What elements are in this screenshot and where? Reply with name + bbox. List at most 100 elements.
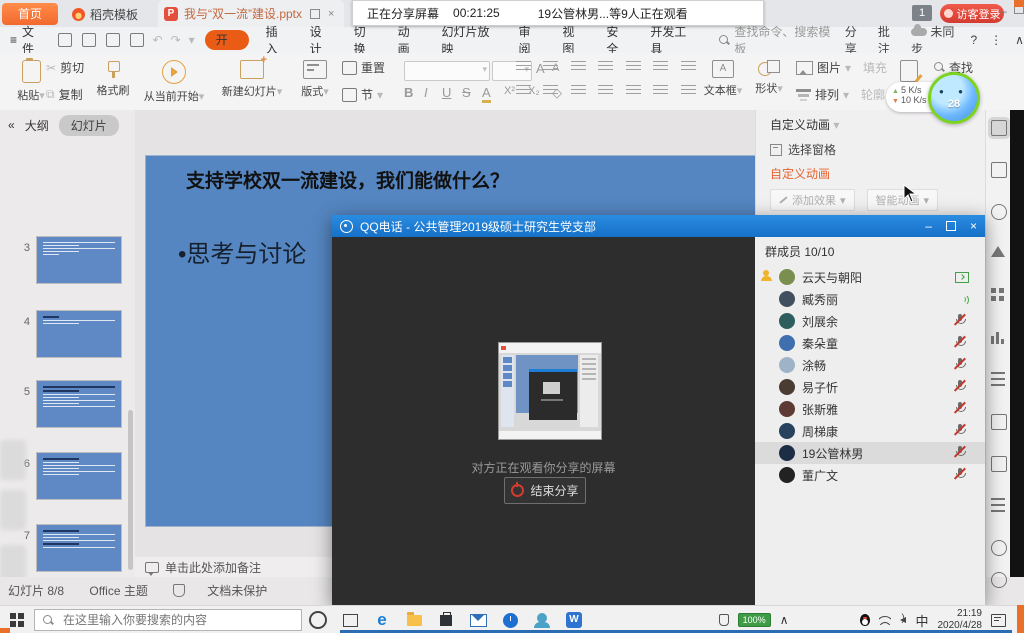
audio-tool-icon[interactable] (991, 540, 1007, 556)
align-bottom-icon[interactable] (681, 85, 696, 97)
layout-button[interactable]: 版式▾ (292, 57, 338, 105)
columns-icon[interactable] (681, 61, 696, 73)
ime-indicator[interactable]: 中 (915, 611, 928, 630)
print-icon[interactable] (106, 33, 120, 47)
bullet-list-icon[interactable] (516, 61, 531, 73)
reset-button[interactable]: 重置 (342, 59, 385, 76)
member-row[interactable]: 秦朵童 (755, 332, 985, 354)
qq-close-icon[interactable]: × (970, 219, 977, 233)
increase-indent-icon[interactable] (598, 61, 613, 73)
align-top-icon[interactable] (653, 85, 668, 97)
tab-design[interactable]: 设计 (299, 23, 343, 57)
sync-status[interactable]: 未同步 (911, 23, 957, 57)
toolbar-options-icon[interactable]: ▾ (189, 33, 195, 47)
slide-thumbnail-7[interactable] (36, 524, 122, 572)
picture-button[interactable]: 图片 (817, 59, 841, 76)
color-scheme-icon[interactable] (991, 246, 1005, 257)
member-row[interactable]: 刘展余 (755, 310, 985, 332)
member-row[interactable]: 易子忻 (755, 376, 985, 398)
line-spacing-icon[interactable] (626, 61, 641, 73)
guest-login-button[interactable]: 访客登录 (940, 4, 1004, 23)
tab-animation[interactable]: 动画 (387, 23, 431, 57)
settings-sliders-icon[interactable] (991, 372, 1005, 386)
start-button[interactable] (10, 613, 24, 627)
cut-button[interactable]: ✂剪切 (46, 59, 84, 76)
help-icon[interactable]: ? (970, 33, 977, 47)
fill-button[interactable]: 填充 (863, 59, 887, 76)
member-row[interactable]: 张斯雅 (755, 398, 985, 420)
save-icon[interactable] (58, 33, 72, 47)
align-left-icon[interactable] (516, 85, 531, 97)
slide-thumbnail-4[interactable] (36, 310, 122, 358)
qq-tray-icon[interactable] (860, 614, 870, 626)
tab-devtools[interactable]: 开发工具 (639, 23, 705, 57)
history-tool-icon[interactable] (991, 572, 1007, 588)
distribute-icon[interactable] (626, 85, 641, 97)
chart-tool-icon[interactable] (991, 330, 1005, 344)
strikethrough-button[interactable]: S (462, 85, 471, 100)
minimize-icon[interactable]: – (1000, 4, 1007, 18)
wifi-icon[interactable] (879, 615, 891, 625)
assistant-ball[interactable]: ● ● 28 (928, 72, 980, 124)
switch-windows-icon[interactable] (991, 162, 1007, 178)
redo-icon[interactable]: ↷ (171, 33, 181, 47)
theme-name[interactable]: Office 主题 (89, 584, 147, 598)
collapse-panel-icon[interactable]: « (8, 118, 15, 132)
new-slide-button[interactable]: 新建幻灯片▾ (216, 57, 288, 105)
font-color-button[interactable]: A (482, 85, 491, 103)
comment-button[interactable]: 批注 (878, 23, 898, 57)
decrease-indent-icon[interactable] (571, 61, 586, 73)
menu-file[interactable]: ≡ 文件 (0, 23, 53, 57)
print-preview-icon[interactable] (130, 33, 144, 47)
add-effect-button[interactable]: 添加效果▾ (770, 189, 855, 211)
outline-button[interactable]: 轮廓 (861, 86, 885, 103)
member-row[interactable]: 董广文 (755, 464, 985, 486)
camera-tray-icon[interactable] (839, 615, 851, 625)
slide-thumbnail-3[interactable] (36, 236, 122, 284)
tab-close-icon[interactable]: × (328, 8, 334, 20)
text-direction-icon[interactable] (653, 61, 668, 73)
taskbar-search-input[interactable] (61, 612, 275, 628)
align-right-icon[interactable] (571, 85, 586, 97)
cloud-tray-icon[interactable] (797, 615, 809, 625)
layout-gallery-icon[interactable] (991, 288, 1005, 302)
thumbnail-scrollbar[interactable] (128, 410, 133, 570)
qq-minimize-icon[interactable]: – (925, 219, 932, 233)
align-center-icon[interactable] (543, 85, 558, 97)
tab-slides[interactable]: 幻灯片 (59, 115, 119, 136)
tab-review[interactable]: 审阅 (507, 23, 551, 57)
font-name-combo[interactable] (404, 61, 490, 81)
copy-button[interactable]: ⧉复制 (46, 86, 84, 103)
cortana-button[interactable] (305, 607, 331, 633)
arrange-button[interactable]: 排列 (815, 86, 839, 103)
member-row[interactable]: 周梯康 (755, 420, 985, 442)
member-row-highlighted[interactable]: 19公管林男 (755, 442, 985, 464)
tab-view[interactable]: 视图 (551, 23, 595, 57)
export-icon[interactable] (82, 33, 96, 47)
bold-button[interactable]: B (404, 85, 413, 100)
member-row[interactable]: 涂畅 (755, 354, 985, 376)
tab-restore-icon[interactable] (310, 9, 320, 19)
image-tool-icon[interactable] (991, 414, 1007, 430)
slide-thumbnail-6[interactable] (36, 452, 122, 500)
justify-icon[interactable] (598, 85, 613, 97)
format-painter-button[interactable]: 格式刷 (86, 57, 140, 105)
tab-transition[interactable]: 切换 (343, 23, 387, 57)
share-button[interactable]: 分享 (845, 23, 865, 57)
tray-expand-icon[interactable]: ∧ (780, 613, 789, 627)
textbox-button[interactable]: A 文本框▾ (700, 57, 746, 105)
battery-indicator[interactable]: 100% (738, 613, 771, 627)
tab-docer[interactable]: 稻壳模板 (72, 3, 138, 25)
taskbar-clock[interactable]: 21:19 2020/4/28 (938, 608, 983, 633)
undo-icon[interactable]: ↶ (153, 33, 163, 47)
play-from-current-button[interactable]: 从当前开始▾ (138, 57, 210, 105)
taskbar-search[interactable] (34, 609, 302, 631)
member-row[interactable]: 云天与朝阳 (755, 266, 985, 288)
section-button[interactable]: 节▾ (342, 86, 385, 103)
tab-slideshow[interactable]: 幻灯片放映 (431, 23, 508, 57)
tab-insert[interactable]: 插入 (255, 23, 299, 57)
protection-status[interactable]: 文档未保护 (173, 584, 289, 598)
member-row[interactable]: 臧秀丽 (755, 288, 985, 310)
volume-icon[interactable] (900, 617, 906, 623)
tab-start[interactable]: 开始 (205, 30, 249, 50)
